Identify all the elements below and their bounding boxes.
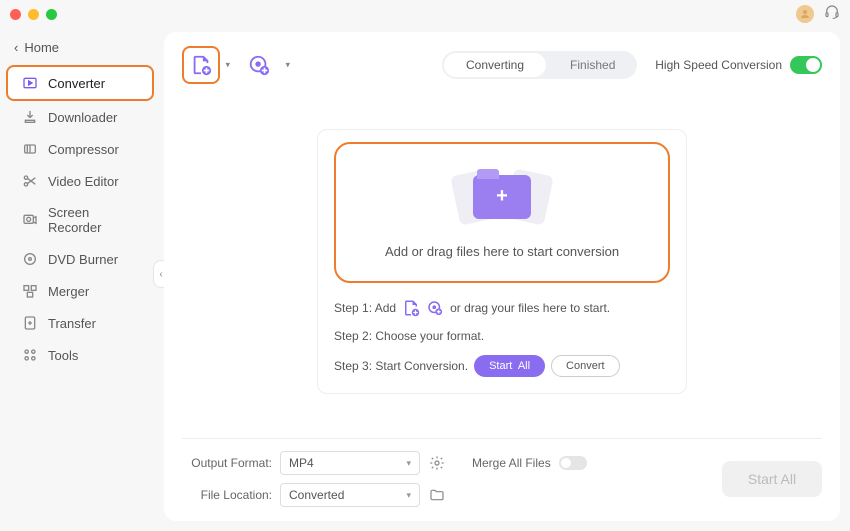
titlebar xyxy=(0,0,850,28)
add-disc-button[interactable]: ▾ xyxy=(240,46,278,84)
transfer-icon xyxy=(22,315,38,331)
output-format-label: Output Format: xyxy=(182,456,272,470)
step-2: Step 2: Choose your format. xyxy=(334,329,670,343)
maximize-window-button[interactable] xyxy=(46,9,57,20)
high-speed-label: High Speed Conversion xyxy=(655,58,782,72)
support-button[interactable] xyxy=(824,4,840,25)
recorder-icon xyxy=(22,212,38,228)
headset-icon xyxy=(824,4,840,20)
add-disc-icon xyxy=(248,54,270,76)
chevron-left-icon: ‹ xyxy=(14,40,18,55)
file-location-select[interactable]: Converted ▾ xyxy=(280,483,420,507)
sidebar-item-dvd-burner[interactable]: DVD Burner xyxy=(8,243,152,275)
sidebar-item-converter[interactable]: Converter xyxy=(6,65,154,101)
chevron-down-icon: ▾ xyxy=(406,490,411,501)
merger-icon xyxy=(22,283,38,299)
add-file-button[interactable]: ▾ xyxy=(182,46,220,84)
sidebar-item-label: Downloader xyxy=(48,110,117,125)
output-format-select[interactable]: MP4 ▾ xyxy=(280,451,420,475)
sidebar-item-tools[interactable]: Tools xyxy=(8,339,152,371)
chevron-down-icon: ▾ xyxy=(285,60,290,71)
sidebar-item-label: Video Editor xyxy=(48,174,119,189)
start-all-small-button[interactable]: Start All xyxy=(474,355,545,377)
select-value: MP4 xyxy=(289,456,314,470)
step-text: Step 1: Add xyxy=(334,301,396,315)
tab-converting[interactable]: Converting xyxy=(444,53,546,77)
user-avatar-button[interactable] xyxy=(796,5,814,23)
sidebar-item-label: Screen Recorder xyxy=(48,205,138,235)
file-dropzone[interactable]: + Add or drag files here to start conver… xyxy=(334,142,670,283)
sidebar-item-downloader[interactable]: Downloader xyxy=(8,101,152,133)
bottom-bar: Output Format: MP4 ▾ Merge All Files Fil… xyxy=(182,438,822,507)
toolbar: ▾ ▾ Converting Finished High Speed Conve… xyxy=(182,46,822,84)
plus-icon: + xyxy=(496,185,508,208)
sidebar-item-compressor[interactable]: Compressor xyxy=(8,133,152,165)
sidebar-item-label: Merger xyxy=(48,284,89,299)
folder-illustration: + xyxy=(447,162,557,232)
chevron-down-icon: ▾ xyxy=(225,60,230,71)
sidebar-item-label: Compressor xyxy=(48,142,119,157)
user-icon xyxy=(799,8,811,20)
high-speed-toggle[interactable] xyxy=(790,56,822,74)
home-back-button[interactable]: ‹ Home xyxy=(0,36,160,65)
add-disc-icon xyxy=(426,299,444,317)
scissors-icon xyxy=(22,173,38,189)
output-settings-button[interactable] xyxy=(428,454,446,472)
window-controls xyxy=(10,9,57,20)
main-panel: ▾ ▾ Converting Finished High Speed Conve… xyxy=(164,32,840,521)
tab-finished[interactable]: Finished xyxy=(548,51,637,79)
steps-list: Step 1: Add or drag your files here to s… xyxy=(334,299,670,377)
sidebar: ‹ Home Converter Downloader Compressor V… xyxy=(0,28,160,531)
sidebar-item-video-editor[interactable]: Video Editor xyxy=(8,165,152,197)
step-text: Step 3: Start Conversion. xyxy=(334,359,468,373)
disc-icon xyxy=(22,251,38,267)
status-tabs: Converting Finished xyxy=(442,51,637,79)
step-text: Step 2: Choose your format. xyxy=(334,329,484,343)
sidebar-item-merger[interactable]: Merger xyxy=(8,275,152,307)
select-value: Converted xyxy=(289,488,344,502)
downloader-icon xyxy=(22,109,38,125)
folder-icon xyxy=(429,487,445,503)
open-folder-button[interactable] xyxy=(428,486,446,504)
step-1: Step 1: Add or drag your files here to s… xyxy=(334,299,670,317)
add-file-icon xyxy=(402,299,420,317)
merge-files-label: Merge All Files xyxy=(472,456,551,470)
step-3: Step 3: Start Conversion. Start All Conv… xyxy=(334,355,670,377)
sidebar-item-label: Transfer xyxy=(48,316,96,331)
tools-icon xyxy=(22,347,38,363)
home-label: Home xyxy=(24,40,59,55)
gear-icon xyxy=(429,455,445,471)
converter-icon xyxy=(22,75,38,91)
sidebar-item-label: DVD Burner xyxy=(48,252,118,267)
minimize-window-button[interactable] xyxy=(28,9,39,20)
dropzone-card: + Add or drag files here to start conver… xyxy=(317,129,687,394)
convert-button[interactable]: Convert xyxy=(551,355,620,377)
file-location-label: File Location: xyxy=(182,488,272,502)
sidebar-item-screen-recorder[interactable]: Screen Recorder xyxy=(8,197,152,243)
sidebar-item-label: Tools xyxy=(48,348,78,363)
compressor-icon xyxy=(22,141,38,157)
merge-files-toggle[interactable] xyxy=(559,456,587,470)
start-all-button[interactable]: Start All xyxy=(722,461,822,497)
close-window-button[interactable] xyxy=(10,9,21,20)
add-file-icon xyxy=(190,54,212,76)
chevron-down-icon: ▾ xyxy=(406,458,411,469)
step-text: or drag your files here to start. xyxy=(450,301,610,315)
dropzone-text: Add or drag files here to start conversi… xyxy=(385,244,619,259)
sidebar-item-label: Converter xyxy=(48,76,105,91)
chevron-left-icon: ‹ xyxy=(159,269,162,280)
sidebar-item-transfer[interactable]: Transfer xyxy=(8,307,152,339)
